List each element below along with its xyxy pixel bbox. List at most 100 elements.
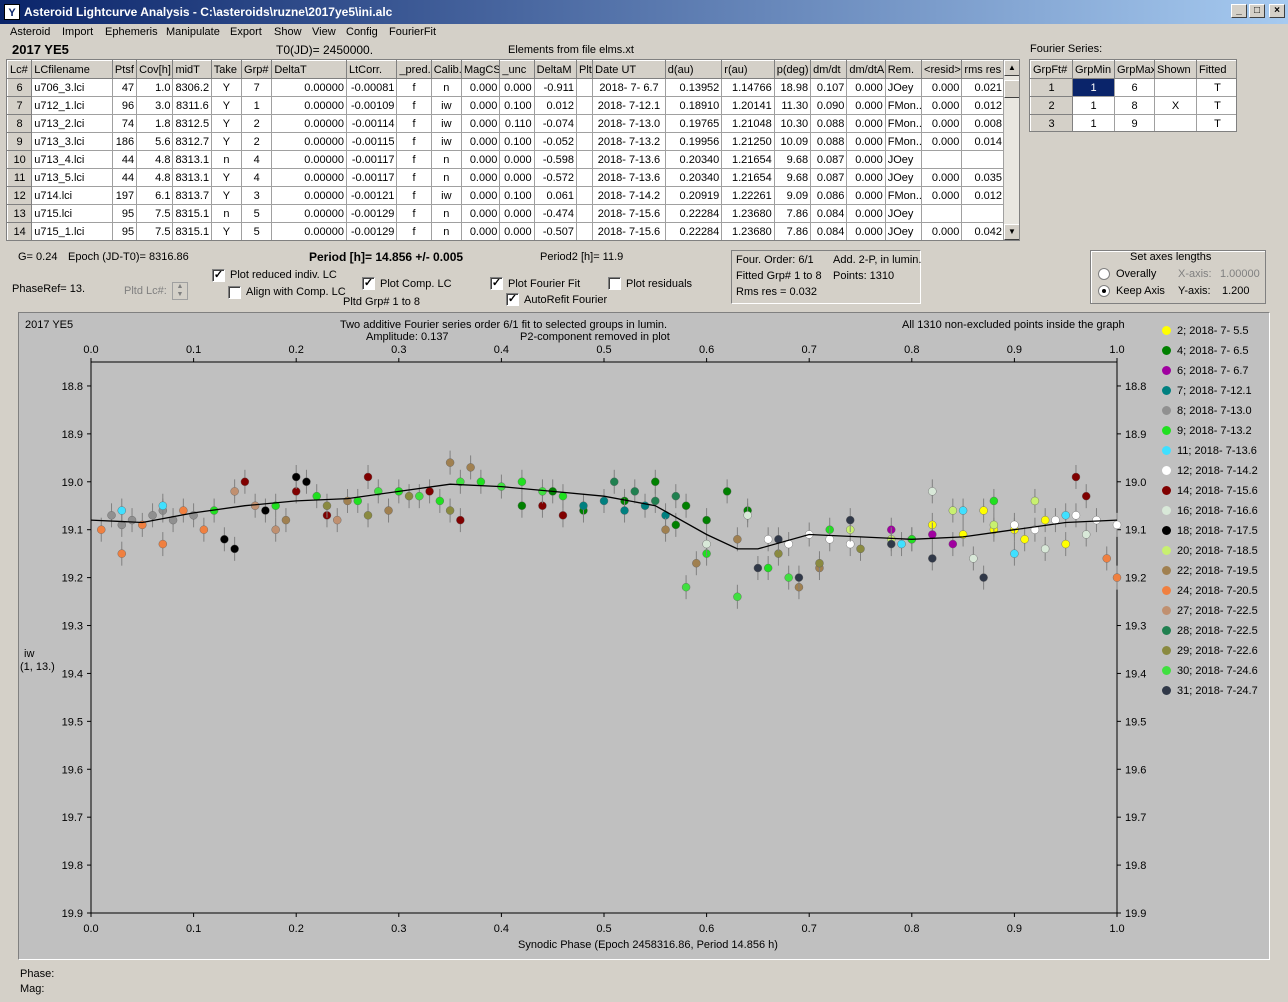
legend-dot-icon <box>1162 426 1171 435</box>
legend-label: 8; 2018- 7-13.0 <box>1177 405 1252 417</box>
data-point <box>1092 515 1101 525</box>
data-point <box>681 501 691 510</box>
legend-label: 30; 2018- 7-24.6 <box>1177 665 1258 677</box>
data-point <box>1010 549 1019 558</box>
x-tick-label: 0.2 <box>289 923 304 935</box>
legend-item: 14; 2018- 7-15.6 <box>1162 485 1258 497</box>
data-point <box>671 520 681 530</box>
data-point <box>404 491 414 501</box>
data-point <box>579 501 588 510</box>
data-point <box>1112 573 1122 582</box>
legend-item: 11; 2018- 7-13.6 <box>1162 445 1257 457</box>
legend-dot-icon <box>1162 646 1171 655</box>
data-point <box>825 535 834 544</box>
data-point <box>148 511 157 520</box>
y-tick-label-right: 19.4 <box>1125 668 1146 680</box>
x-tick-label: 0.6 <box>699 923 714 935</box>
data-point <box>897 539 906 549</box>
data-point <box>240 477 250 486</box>
data-point <box>681 582 691 592</box>
y-tick-label: 19.7 <box>62 812 83 824</box>
x-tick-label-top: 0.7 <box>802 344 817 356</box>
legend-item: 16; 2018- 7-16.6 <box>1162 505 1258 517</box>
data-point <box>292 472 301 482</box>
data-point <box>989 520 999 530</box>
legend-dot-icon <box>1162 666 1171 675</box>
y-tick-label-right: 19.7 <box>1125 812 1146 824</box>
legend-label: 7; 2018- 7-12.1 <box>1177 385 1252 397</box>
data-point <box>722 487 732 496</box>
x-tick-label: 1.0 <box>1109 923 1124 935</box>
legend-label: 9; 2018- 7-13.2 <box>1177 425 1252 437</box>
data-point <box>466 463 475 472</box>
data-point <box>733 592 742 601</box>
data-point <box>1071 511 1081 520</box>
data-point <box>220 535 229 544</box>
data-point <box>1030 496 1040 506</box>
data-point <box>97 525 106 534</box>
data-point <box>179 506 188 515</box>
data-point <box>630 487 639 496</box>
data-point <box>445 506 455 515</box>
data-point <box>363 511 373 520</box>
data-point <box>743 511 752 520</box>
legend-label: 2; 2018- 7- 5.5 <box>1177 325 1249 337</box>
y-tick-label: 19.9 <box>62 908 83 920</box>
legend-item: 29; 2018- 7-22.6 <box>1162 645 1258 657</box>
x-tick-label-top: 0.1 <box>186 344 201 356</box>
y-tick-label-right: 19.3 <box>1125 621 1146 633</box>
x-tick-label: 0.0 <box>83 923 98 935</box>
data-point <box>322 501 332 510</box>
y-tick-label: 18.9 <box>62 429 83 441</box>
data-point <box>384 506 393 515</box>
legend-label: 31; 2018- 7-24.7 <box>1177 685 1258 697</box>
data-point <box>558 511 568 520</box>
data-point <box>928 487 937 496</box>
data-point <box>928 530 937 539</box>
data-point <box>846 515 855 525</box>
legend-item: 20; 2018- 7-18.5 <box>1162 545 1258 557</box>
data-point <box>928 554 937 563</box>
legend-label: 27; 2018- 7-22.5 <box>1177 605 1258 617</box>
y-tick-label: 19.5 <box>62 716 83 728</box>
x-tick-label-top: 0.5 <box>596 344 611 356</box>
data-point <box>117 549 126 558</box>
data-point <box>794 573 804 582</box>
x-tick-label-top: 0.4 <box>494 344 509 356</box>
data-point <box>763 563 773 573</box>
data-point <box>620 506 629 515</box>
y-tick-label-right: 19.5 <box>1125 716 1146 728</box>
data-point <box>1082 530 1091 539</box>
data-point <box>784 573 793 582</box>
y-tick-label: 19.4 <box>62 668 83 680</box>
data-point <box>538 487 547 496</box>
y-tick-label-right: 18.8 <box>1125 381 1146 393</box>
legend-item: 31; 2018- 7-24.7 <box>1162 685 1258 697</box>
data-point <box>856 544 865 554</box>
data-point <box>948 539 958 549</box>
legend-item: 4; 2018- 7- 6.5 <box>1162 345 1249 357</box>
x-tick-label: 0.7 <box>802 923 817 935</box>
x-tick-label-top: 1.0 <box>1109 344 1124 356</box>
x-tick-label-top: 0.0 <box>83 344 98 356</box>
data-point <box>230 544 239 554</box>
data-point <box>1010 520 1019 530</box>
legend-item: 9; 2018- 7-13.2 <box>1162 425 1252 437</box>
legend-dot-icon <box>1162 506 1171 515</box>
legend-dot-icon <box>1162 566 1171 575</box>
data-point <box>948 506 958 515</box>
data-point <box>969 554 978 563</box>
x-tick-label-top: 0.9 <box>1007 344 1022 356</box>
data-point <box>1082 491 1091 501</box>
data-point <box>558 491 568 501</box>
legend-dot-icon <box>1162 526 1171 535</box>
plot-frame <box>90 361 1118 914</box>
data-point <box>107 511 116 520</box>
legend-item: 22; 2018- 7-19.5 <box>1162 565 1258 577</box>
legend-item: 7; 2018- 7-12.1 <box>1162 385 1252 397</box>
y-tick-label: 19.2 <box>62 573 83 585</box>
legend-label: 6; 2018- 7- 6.7 <box>1177 365 1249 377</box>
legend-item: 6; 2018- 7- 6.7 <box>1162 365 1249 377</box>
data-point <box>651 477 660 486</box>
legend-dot-icon <box>1162 606 1171 615</box>
